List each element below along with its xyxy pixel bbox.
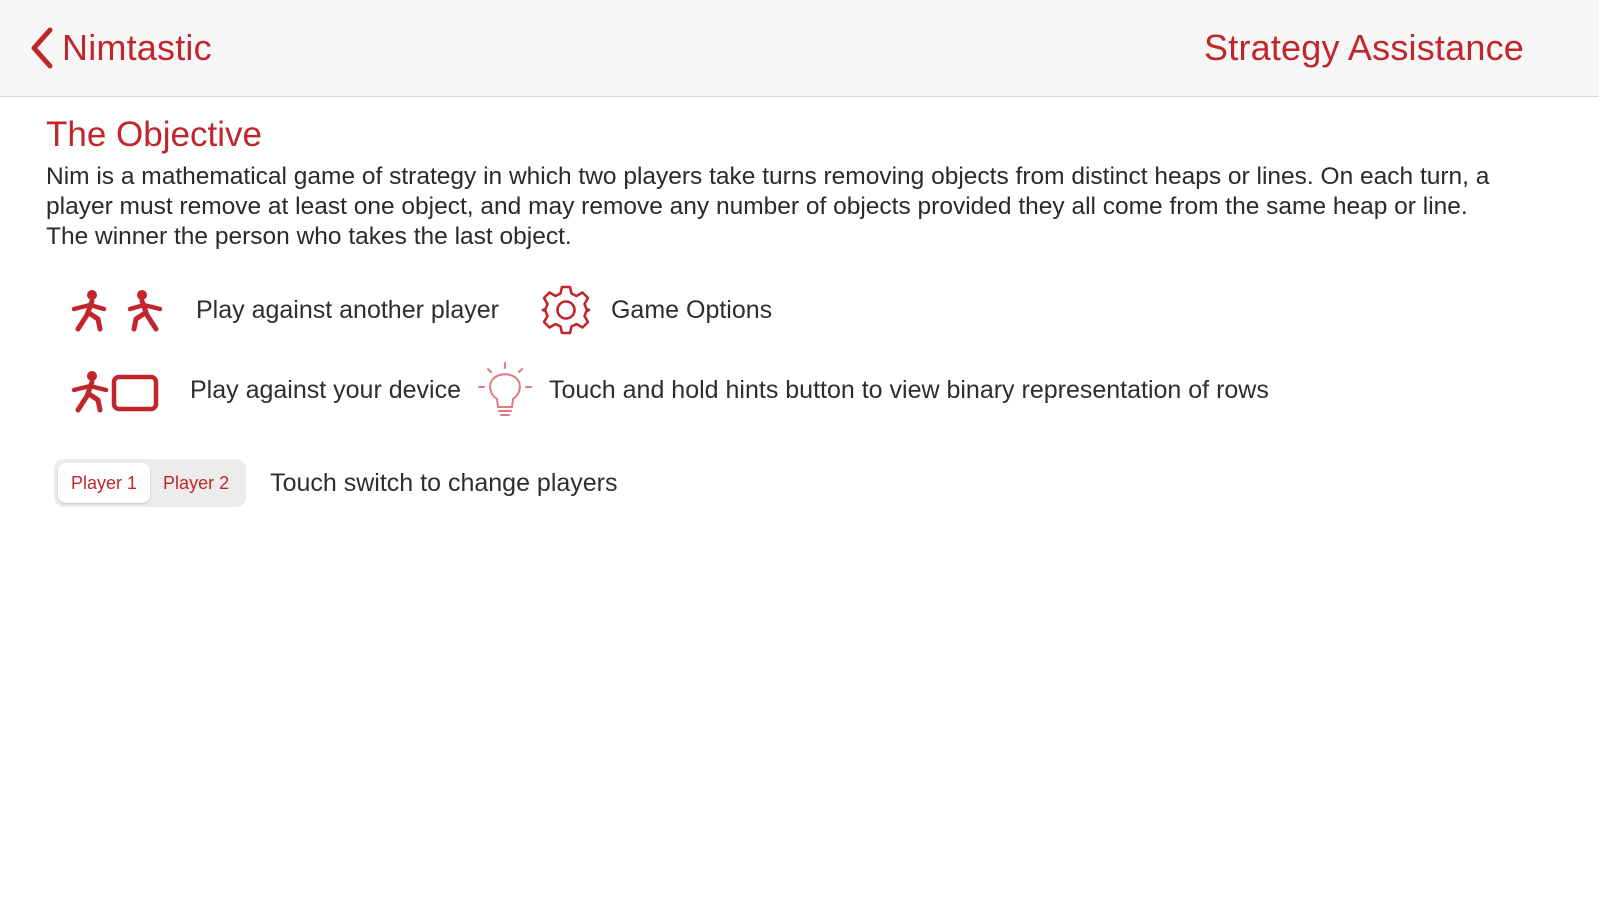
- player-vs-device-icon: [71, 371, 159, 413]
- chevron-left-icon: [31, 27, 53, 69]
- player-switch-row: Player 1 Player 2 Touch switch to change…: [54, 458, 618, 508]
- help-content: The Objective Nim is a mathematical game…: [46, 112, 1526, 252]
- legend-row-1: Play against another player Game Options: [68, 284, 772, 336]
- objective-text: Nim is a mathematical game of strategy i…: [46, 163, 1490, 250]
- legend-row-2: Play against your device Touch and hold …: [68, 362, 1269, 418]
- objective-title: The Objective: [46, 115, 262, 154]
- player-1-segment[interactable]: Player 1: [58, 463, 151, 503]
- lightbulb-icon: [477, 362, 532, 416]
- page-title: Strategy Assistance: [1204, 27, 1524, 68]
- player-switch-label: Touch switch to change players: [270, 468, 618, 497]
- player-switch[interactable]: Player 1 Player 2: [54, 459, 247, 507]
- navigation-bar: Nimtastic Strategy Assistance: [0, 0, 1599, 97]
- back-button[interactable]: Nimtastic: [26, 22, 212, 74]
- player-2-segment[interactable]: Player 2: [150, 463, 242, 503]
- two-player-icon: [71, 290, 163, 332]
- gear-icon: [541, 285, 591, 335]
- two-player-label: Play against another player: [196, 295, 499, 324]
- device-label: Play against your device: [190, 375, 461, 404]
- hints-label: Touch and hold hints button to view bina…: [548, 375, 1269, 404]
- game-options-label: Game Options: [610, 295, 773, 324]
- back-button-label: Nimtastic: [62, 27, 212, 68]
